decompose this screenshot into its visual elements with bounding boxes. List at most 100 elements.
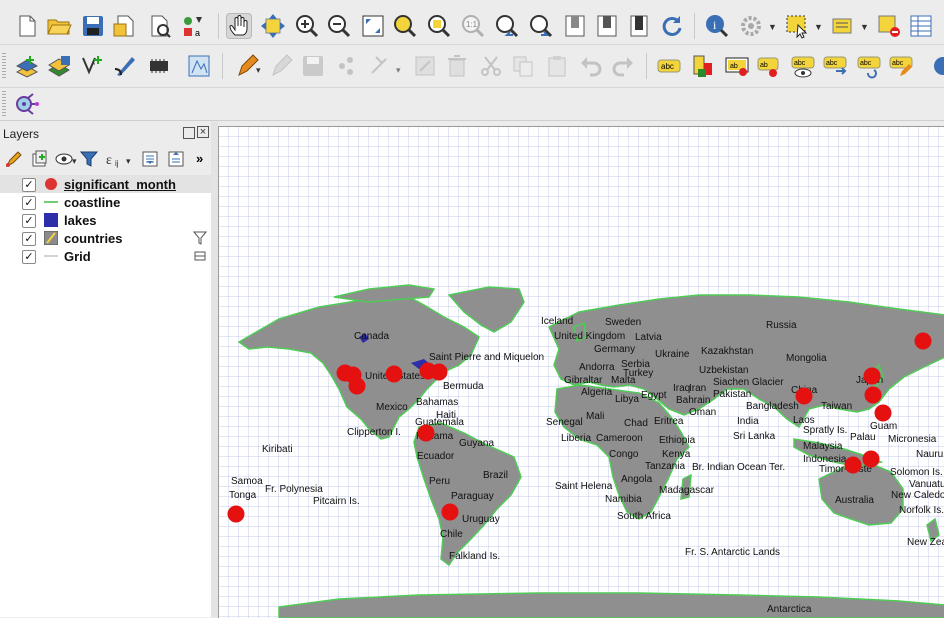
- paste-features-icon[interactable]: [544, 53, 570, 79]
- earthquake-point[interactable]: [385, 365, 403, 383]
- embedded-icon[interactable]: [193, 248, 207, 264]
- pan-to-selection-icon[interactable]: [260, 13, 286, 39]
- earthquake-point[interactable]: [874, 404, 892, 422]
- chevron-down-icon[interactable]: ▾: [396, 65, 401, 76]
- earthquake-point[interactable]: [227, 505, 245, 523]
- manage-visibility-icon[interactable]: [54, 149, 74, 169]
- chevron-down-icon[interactable]: ▾: [126, 156, 131, 167]
- earthquake-point[interactable]: [417, 424, 435, 442]
- float-panel-icon[interactable]: [183, 127, 195, 139]
- chevron-down-icon[interactable]: ▼: [814, 22, 823, 32]
- earthquake-point[interactable]: [795, 387, 813, 405]
- toolbar-handle[interactable]: [2, 91, 6, 117]
- chevron-down-icon[interactable]: ▾: [256, 65, 261, 76]
- move-label-icon[interactable]: abc: [822, 53, 848, 79]
- zoom-last-icon[interactable]: [494, 13, 520, 39]
- zoom-to-layer-icon[interactable]: [426, 13, 452, 39]
- layer-row-countries[interactable]: ✓ countries: [0, 229, 211, 247]
- add-delimited-text-icon[interactable]: ,: [80, 53, 106, 79]
- preview-labels-icon[interactable]: abc: [790, 53, 816, 79]
- layer-row-significant-month[interactable]: ✓ significant_month: [0, 175, 211, 193]
- toolbar-handle[interactable]: [2, 53, 6, 79]
- show-bookmarks-icon[interactable]: [594, 13, 620, 39]
- map-view[interactable]: Iceland Sweden Latvia United Kingdom Russia G…: [219, 127, 944, 618]
- rotate-label-icon[interactable]: abc: [856, 53, 882, 79]
- print-layout-icon[interactable]: [146, 13, 172, 39]
- collapse-all-icon[interactable]: [166, 149, 186, 169]
- label-tool-icon[interactable]: abc: [656, 53, 682, 79]
- earthquake-point[interactable]: [864, 386, 882, 404]
- open-attribute-table-icon[interactable]: [908, 13, 934, 39]
- earthquake-point[interactable]: [914, 332, 932, 350]
- layer-row-lakes[interactable]: ✓ lakes: [0, 211, 211, 229]
- zoom-full-icon[interactable]: [360, 13, 386, 39]
- gps-plugin-icon[interactable]: [14, 91, 40, 117]
- save-as-icon[interactable]: [112, 13, 138, 39]
- expand-all-icon[interactable]: [140, 149, 160, 169]
- delete-selected-icon[interactable]: [444, 53, 470, 79]
- identify-icon[interactable]: i: [704, 13, 730, 39]
- earthquake-point[interactable]: [430, 363, 448, 381]
- layer-visibility-checkbox[interactable]: ✓: [22, 178, 36, 192]
- earthquake-point[interactable]: [844, 456, 862, 474]
- new-project-icon[interactable]: [14, 13, 40, 39]
- show-hide-labels-icon[interactable]: ab: [756, 53, 782, 79]
- select-features-icon[interactable]: [784, 13, 810, 39]
- zoom-out-icon[interactable]: [326, 13, 352, 39]
- layer-row-grid[interactable]: ✓ Grid: [0, 247, 211, 265]
- earthquake-point[interactable]: [441, 503, 459, 521]
- filter-by-expression-icon[interactable]: ε ij: [104, 149, 124, 169]
- select-by-value-icon[interactable]: [830, 13, 856, 39]
- actions-icon[interactable]: [738, 13, 764, 39]
- zoom-native-icon[interactable]: 1:1: [460, 13, 486, 39]
- add-raster-layer-icon[interactable]: [46, 53, 72, 79]
- style-manager-icon[interactable]: a: [180, 13, 206, 39]
- change-label-icon[interactable]: abc: [888, 53, 914, 79]
- layer-visibility-checkbox[interactable]: ✓: [22, 196, 36, 210]
- refresh-icon[interactable]: [658, 13, 684, 39]
- map-canvas[interactable]: Iceland Sweden Latvia United Kingdom Russia G…: [218, 126, 944, 618]
- copy-features-icon[interactable]: [510, 53, 536, 79]
- cut-features-icon[interactable]: [478, 53, 504, 79]
- earthquake-point[interactable]: [348, 377, 366, 395]
- save-edits-icon[interactable]: [300, 53, 326, 79]
- add-feature-icon[interactable]: [334, 53, 360, 79]
- chevron-down-icon[interactable]: ▾: [72, 156, 77, 167]
- add-vector-layer-icon[interactable]: [14, 53, 40, 79]
- temporal-controller-icon[interactable]: [626, 13, 652, 39]
- layer-visibility-checkbox[interactable]: ✓: [22, 232, 36, 246]
- earthquake-point[interactable]: [862, 450, 880, 468]
- pin-labels-icon[interactable]: [690, 53, 716, 79]
- open-project-icon[interactable]: [46, 13, 72, 39]
- open-styling-panel-icon[interactable]: [4, 149, 24, 169]
- add-virtual-layer-icon[interactable]: [186, 53, 212, 79]
- panel-splitter[interactable]: [211, 121, 218, 617]
- redo-icon[interactable]: [610, 53, 636, 79]
- layer-row-coastline[interactable]: ✓ coastline: [0, 193, 211, 211]
- modify-attributes-icon[interactable]: [412, 53, 438, 79]
- filter-legend-icon[interactable]: [79, 149, 99, 169]
- chevron-down-icon[interactable]: ▼: [860, 22, 869, 32]
- deselect-all-icon[interactable]: [876, 13, 902, 39]
- vertex-tool-icon[interactable]: [368, 53, 394, 79]
- chevron-down-icon[interactable]: ▼: [768, 22, 777, 32]
- highlight-pinned-icon[interactable]: ab: [724, 53, 750, 79]
- add-wms-icon[interactable]: [112, 53, 138, 79]
- layer-visibility-checkbox[interactable]: ✓: [22, 250, 36, 264]
- save-project-icon[interactable]: [80, 13, 106, 39]
- more-tools-button[interactable]: »: [196, 151, 203, 166]
- zoom-next-icon[interactable]: [528, 13, 554, 39]
- filter-icon[interactable]: [192, 230, 208, 246]
- pan-map-icon[interactable]: [226, 13, 252, 39]
- add-mesh-icon[interactable]: [146, 53, 172, 79]
- overflow-tool-icon[interactable]: [930, 53, 944, 79]
- close-icon[interactable]: ×: [197, 126, 209, 138]
- layer-visibility-checkbox[interactable]: ✓: [22, 214, 36, 228]
- new-bookmark-icon[interactable]: [562, 13, 588, 39]
- add-group-icon[interactable]: [29, 149, 49, 169]
- toggle-editing-icon[interactable]: [268, 53, 294, 79]
- zoom-in-icon[interactable]: [294, 13, 320, 39]
- undo-icon[interactable]: [578, 53, 604, 79]
- earthquake-point[interactable]: [863, 367, 881, 385]
- zoom-to-selection-icon[interactable]: [392, 13, 418, 39]
